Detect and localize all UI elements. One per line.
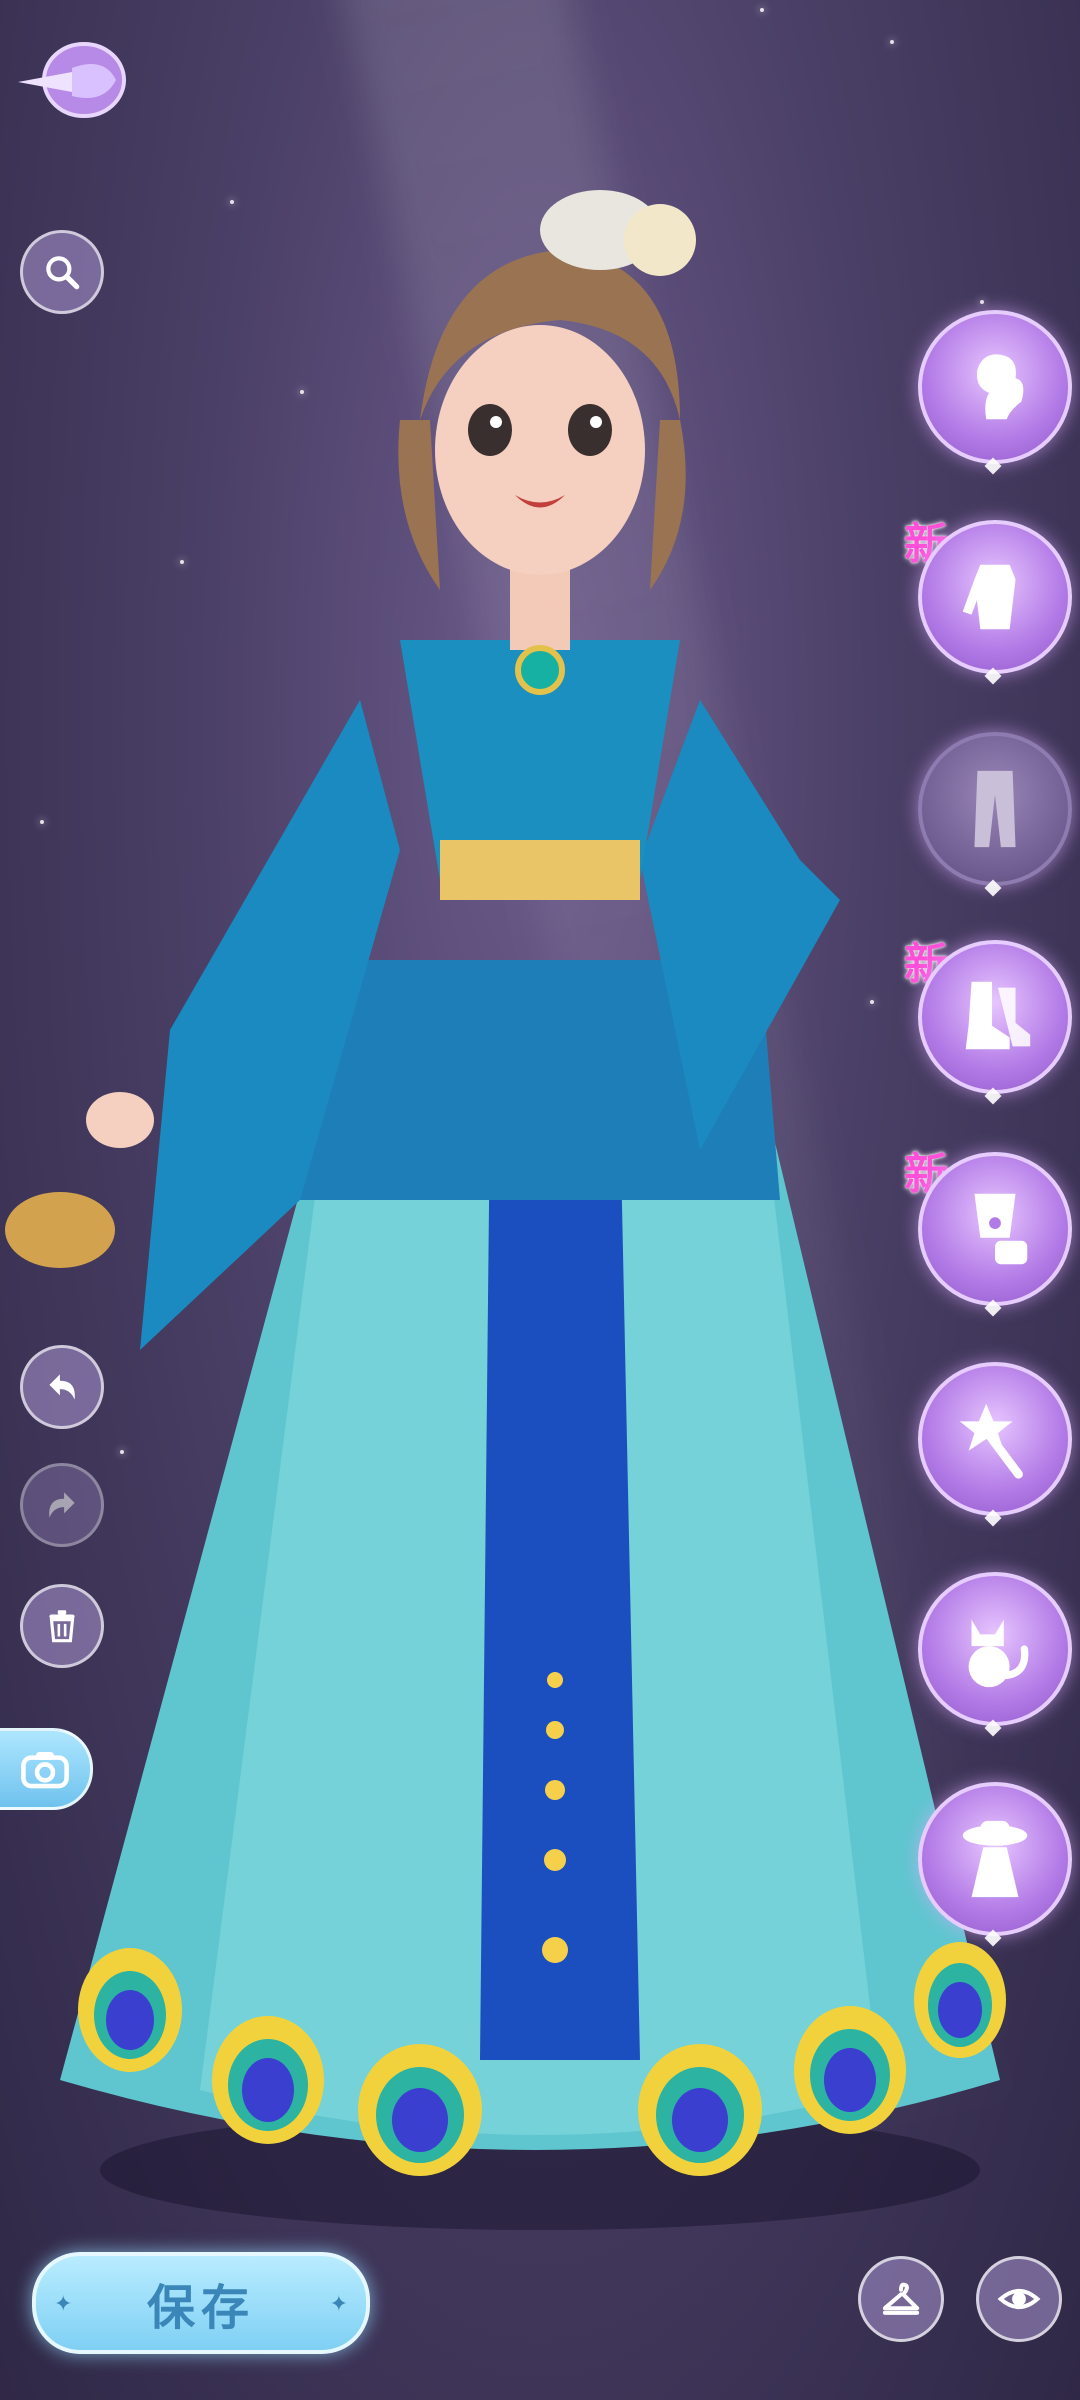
redo-button[interactable] bbox=[20, 1463, 104, 1547]
pet-cat-icon bbox=[968, 1619, 1029, 1688]
back-button[interactable] bbox=[14, 38, 126, 122]
eye-icon bbox=[997, 2288, 1041, 2310]
save-button[interactable]: ✦ 保存 ✦ bbox=[32, 2252, 370, 2354]
category-magic[interactable] bbox=[918, 1362, 1072, 1527]
search-icon bbox=[46, 256, 80, 290]
category-pet[interactable] bbox=[918, 1572, 1072, 1737]
category-shoes[interactable] bbox=[918, 940, 1072, 1105]
shoes-icon bbox=[965, 981, 1031, 1050]
undo-icon bbox=[49, 1374, 75, 1400]
sparkle-icon: ✦ bbox=[54, 2292, 73, 2317]
trash-icon bbox=[49, 1610, 75, 1643]
top-icon bbox=[962, 564, 1016, 630]
redo-icon bbox=[49, 1492, 75, 1518]
category-bottom[interactable] bbox=[918, 732, 1072, 897]
magic-wand-icon bbox=[959, 1403, 1023, 1479]
delete-button[interactable] bbox=[20, 1584, 104, 1668]
preview-button[interactable] bbox=[976, 2256, 1062, 2342]
camera-icon bbox=[21, 1751, 69, 1789]
category-hairstyle[interactable] bbox=[918, 310, 1072, 475]
save-button-label: 保存 bbox=[146, 2280, 255, 2336]
bottom-icon bbox=[974, 770, 1016, 848]
hairstyle-icon bbox=[976, 354, 1024, 420]
category-top[interactable] bbox=[918, 520, 1072, 685]
full-outfit-icon bbox=[962, 1820, 1028, 1898]
hanger-icon bbox=[882, 2282, 920, 2315]
camera-button[interactable] bbox=[0, 1728, 93, 1810]
category-full-outfit[interactable] bbox=[918, 1782, 1072, 1947]
accessory-icon bbox=[974, 1193, 1028, 1265]
search-button[interactable] bbox=[20, 230, 104, 314]
back-quill-icon bbox=[18, 42, 126, 118]
wardrobe-button[interactable] bbox=[858, 2256, 944, 2342]
sparkle-icon: ✦ bbox=[329, 2292, 348, 2317]
undo-button[interactable] bbox=[20, 1345, 104, 1429]
category-accessory[interactable] bbox=[918, 1152, 1072, 1317]
